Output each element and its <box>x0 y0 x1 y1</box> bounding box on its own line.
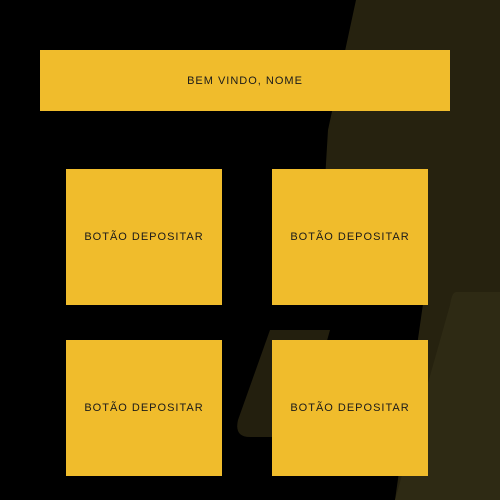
deposit-button-label: BOTÃO DEPOSITAR <box>84 231 204 243</box>
welcome-text: BEM VINDO, NOME <box>187 74 303 87</box>
deposit-button-label: BOTÃO DEPOSITAR <box>84 402 204 414</box>
deposit-button-2[interactable]: BOTÃO DEPOSITAR <box>272 169 428 305</box>
app-screen: BEM VINDO, NOME BOTÃO DEPOSITAR BOTÃO DE… <box>0 0 500 500</box>
deposit-button-label: BOTÃO DEPOSITAR <box>290 402 410 414</box>
deposit-button-4[interactable]: BOTÃO DEPOSITAR <box>272 340 428 476</box>
deposit-button-3[interactable]: BOTÃO DEPOSITAR <box>66 340 222 476</box>
deposit-button-1[interactable]: BOTÃO DEPOSITAR <box>66 169 222 305</box>
welcome-banner: BEM VINDO, NOME <box>40 50 450 111</box>
deposit-button-label: BOTÃO DEPOSITAR <box>290 231 410 243</box>
